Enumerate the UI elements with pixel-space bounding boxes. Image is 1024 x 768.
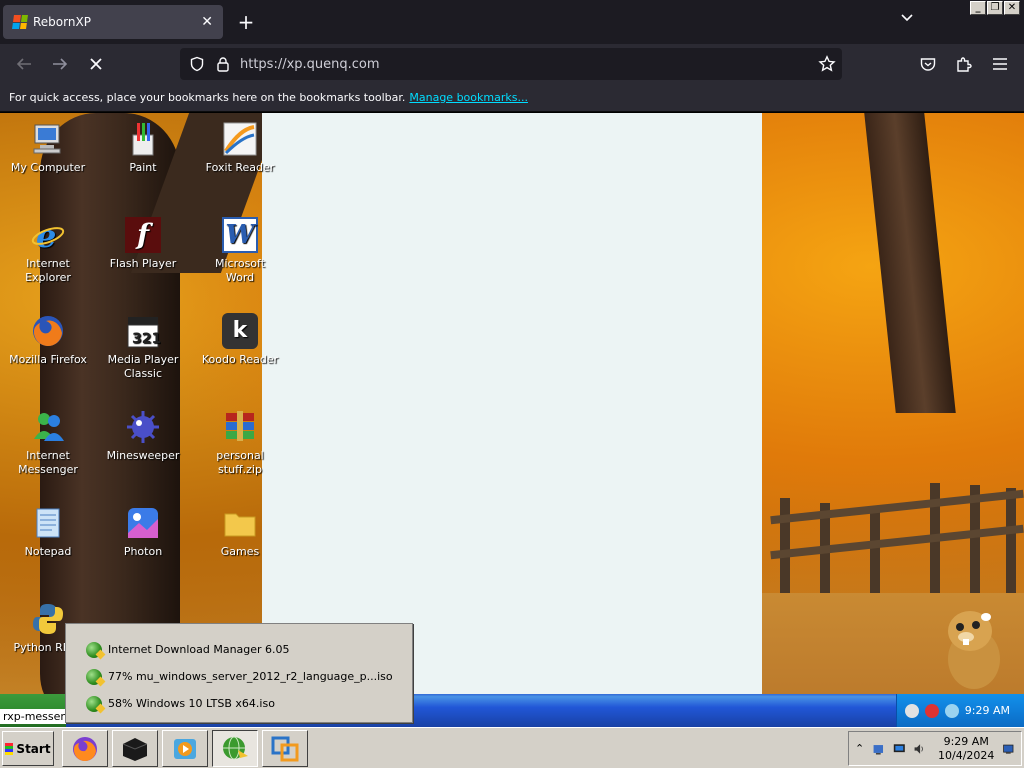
- idm-menu-item[interactable]: 77% mu_windows_server_2012_r2_language_p…: [66, 663, 412, 690]
- list-all-tabs-chevron-icon[interactable]: [900, 12, 914, 27]
- mpc-icon: 321: [125, 313, 161, 349]
- desktop-icon-internet-explorer[interactable]: e Internet Explorer: [8, 217, 88, 285]
- zip-icon: [222, 409, 258, 445]
- paint-icon: [125, 121, 161, 157]
- back-arrow-icon[interactable]: [12, 52, 36, 76]
- show-hidden-icons-chevron-icon[interactable]: ⌃: [855, 742, 864, 755]
- show-desktop-icon[interactable]: [1002, 741, 1015, 757]
- start-flag-icon: [5, 742, 14, 755]
- computer-icon: [30, 121, 66, 157]
- host-start-button[interactable]: Start: [2, 731, 54, 766]
- tab-strip: RebornXP ✕ +: [0, 0, 1024, 44]
- messenger-icon: [30, 409, 66, 445]
- url-text[interactable]: https://xp.quenq.com: [240, 57, 810, 72]
- host-window-controls: _ ❐ ✕: [970, 1, 1020, 15]
- display-monitor-icon[interactable]: [893, 741, 906, 757]
- black-box-icon: [122, 737, 148, 761]
- desktop-icon-media-player-classic[interactable]: 321 Media Player Classic: [103, 313, 183, 381]
- taskbar-vm-box-button[interactable]: [112, 730, 158, 767]
- forward-arrow-icon[interactable]: [48, 52, 72, 76]
- address-bar[interactable]: https://xp.quenq.com: [180, 48, 842, 80]
- host-restore-button[interactable]: ❐: [987, 1, 1003, 15]
- idm-popup-menu: Internet Download Manager 6.05 77% mu_wi…: [65, 623, 413, 723]
- desktop-icon-photon[interactable]: Photon: [103, 505, 183, 559]
- desktop-icon-internet-messenger[interactable]: Internet Messenger: [8, 409, 88, 477]
- desktop-icon-minesweeper[interactable]: Minesweeper: [103, 409, 183, 463]
- xp-system-tray: 9:29 AM: [896, 694, 1024, 727]
- flash-icon: f: [125, 217, 161, 253]
- ie-icon: e: [30, 217, 66, 253]
- desktop-icon-flash-player[interactable]: f Flash Player: [103, 217, 183, 271]
- idm-globe-icon: [86, 668, 102, 685]
- shield-icon[interactable]: [188, 55, 206, 73]
- host-close-button[interactable]: ✕: [1004, 1, 1020, 15]
- firefox-icon: [30, 313, 66, 349]
- koodo-icon: k: [222, 313, 258, 349]
- bookmarks-toolbar: For quick access, place your bookmarks h…: [0, 84, 1024, 112]
- idm-menu-item[interactable]: 58% Windows 10 LTSB x64.iso: [66, 690, 412, 717]
- photon-icon: [125, 505, 161, 541]
- security-alert-icon[interactable]: [924, 703, 939, 718]
- network-adapter-icon[interactable]: [872, 741, 885, 757]
- taskbar-vm-window-button[interactable]: [262, 730, 308, 767]
- extensions-puzzle-icon[interactable]: [952, 52, 976, 76]
- idm-globe-icon: [86, 641, 102, 658]
- volume-icon[interactable]: [944, 703, 959, 718]
- desktop-icon-paint[interactable]: Paint: [103, 121, 183, 175]
- idm-globe-icon: [86, 695, 102, 712]
- word-icon: W: [222, 217, 258, 253]
- firefox-icon: [73, 736, 97, 761]
- taskbar-idm-button[interactable]: [212, 730, 258, 767]
- windows-flag-icon: [12, 15, 28, 29]
- host-taskbar: Start ⌃ 9:29 AM 10/4/2024: [0, 727, 1024, 768]
- idm-globe-icon: [223, 736, 248, 759]
- vmware-icon: [271, 736, 299, 761]
- network-globe-icon[interactable]: [904, 703, 919, 718]
- mine-icon: [125, 409, 161, 445]
- bookmarks-hint-text: For quick access, place your bookmarks h…: [9, 91, 406, 104]
- desktop-icon-foxit-reader[interactable]: Foxit Reader: [200, 121, 280, 175]
- taskbar-firefox-button[interactable]: [62, 730, 108, 767]
- navigation-toolbar: https://xp.quenq.com: [0, 44, 1024, 84]
- xp-tray-clock: 9:29 AM: [964, 704, 1010, 717]
- desktop-icon-notepad[interactable]: Notepad: [8, 505, 88, 559]
- idm-menu-item[interactable]: Internet Download Manager 6.05: [66, 636, 412, 663]
- desktop-icon-personal-stuff-zip[interactable]: personal stuff.zip: [200, 409, 280, 477]
- desktop-icon-mozilla-firefox[interactable]: Mozilla Firefox: [8, 313, 88, 367]
- gopher-mascot-icon[interactable]: [942, 601, 1004, 691]
- python-icon: [30, 601, 66, 637]
- new-tab-button[interactable]: +: [236, 10, 256, 34]
- desktop-icon-microsoft-word[interactable]: W Microsoft Word: [200, 217, 280, 285]
- desktop-icon-koodo-reader[interactable]: k Koodo Reader: [200, 313, 280, 367]
- pocket-icon[interactable]: [916, 52, 940, 76]
- hamburger-menu-icon[interactable]: [988, 52, 1012, 76]
- svg-text:321: 321: [132, 331, 161, 347]
- lock-icon[interactable]: [214, 55, 232, 73]
- notepad-icon: [30, 505, 66, 541]
- taskbar-media-player-button[interactable]: [162, 730, 208, 767]
- loading-page-area: [262, 113, 762, 694]
- wallpaper-tree-right: [864, 113, 956, 413]
- tab-rebornxp[interactable]: RebornXP ✕: [3, 5, 223, 39]
- wallpaper-fence: [770, 483, 1024, 593]
- manage-bookmarks-link[interactable]: Manage bookmarks...: [409, 91, 528, 104]
- host-clock[interactable]: 9:29 AM 10/4/2024: [938, 735, 994, 763]
- bookmark-star-icon[interactable]: [818, 55, 836, 73]
- stop-loading-icon[interactable]: [84, 52, 108, 76]
- svg-text:e: e: [36, 217, 56, 253]
- foxit-icon: [222, 121, 258, 157]
- tab-title: RebornXP: [33, 15, 91, 29]
- media-player-icon: [174, 738, 196, 759]
- folder-icon: [222, 505, 258, 541]
- host-minimize-button[interactable]: _: [970, 1, 986, 15]
- speaker-volume-icon[interactable]: [913, 741, 926, 757]
- desktop-icon-my-computer[interactable]: My Computer: [8, 121, 88, 175]
- desktop-icon-games[interactable]: Games: [200, 505, 280, 559]
- close-tab-icon[interactable]: ✕: [201, 14, 213, 30]
- host-system-tray: ⌃ 9:29 AM 10/4/2024: [848, 731, 1022, 766]
